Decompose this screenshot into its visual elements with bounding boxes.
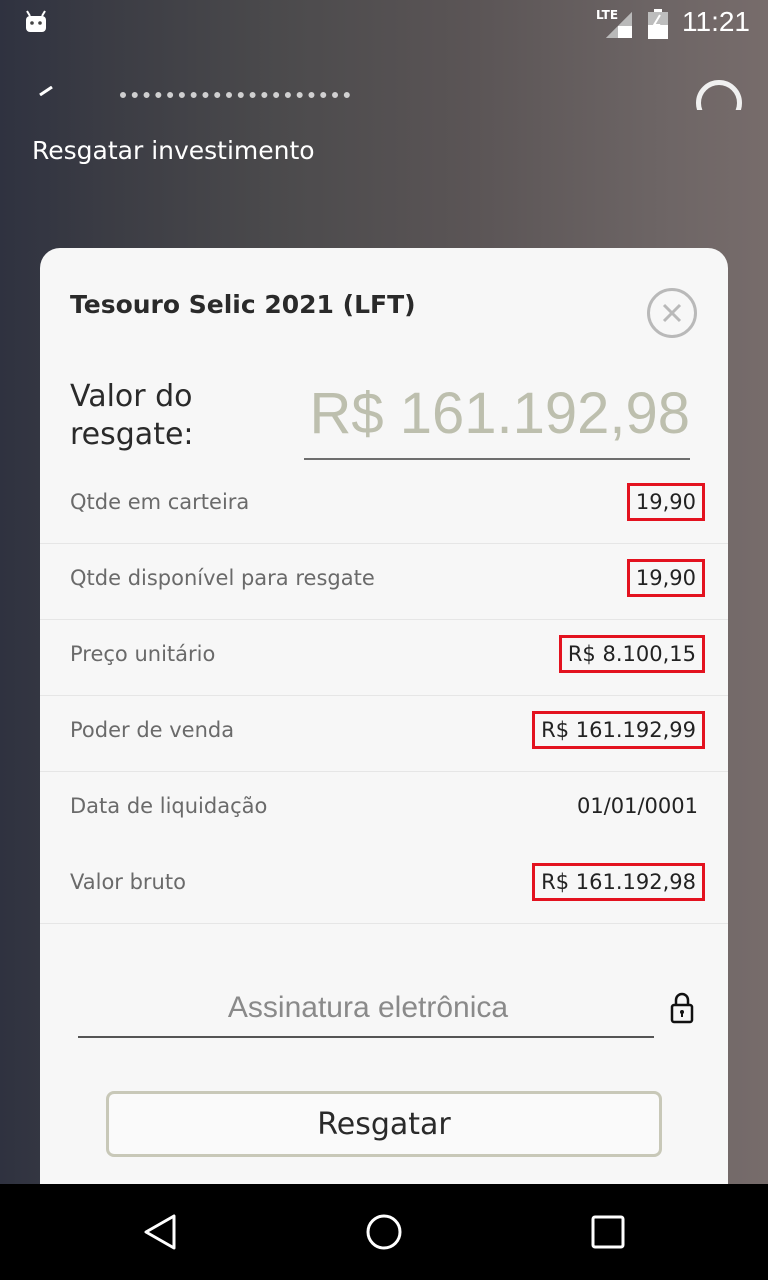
info-row-preco-unitario: Preço unitário R$ 8.100,15: [40, 620, 728, 696]
back-arrow-icon[interactable]: [38, 86, 56, 96]
info-row-qtde-disponivel: Qtde disponível para resgate 19,90: [40, 544, 728, 620]
status-bar: LTE 11:21: [0, 0, 768, 48]
info-label: Qtde disponível para resgate: [70, 566, 375, 590]
menu-icon[interactable]: [696, 80, 742, 110]
info-value: 19,90: [626, 559, 706, 597]
signal-icon: [606, 12, 632, 38]
info-value: 01/01/0001: [576, 794, 698, 818]
amount-input[interactable]: R$ 161.192,98: [304, 380, 690, 460]
navigation-bar: [0, 1184, 768, 1280]
toolbar: [30, 80, 750, 110]
info-row-poder-venda: Poder de venda R$ 161.192,99: [40, 696, 728, 772]
battery-icon: [648, 9, 668, 39]
close-button[interactable]: [647, 288, 697, 338]
info-row-valor-bruto: Valor bruto R$ 161.192,98: [40, 848, 728, 924]
info-value: R$ 161.192,98: [532, 863, 705, 901]
info-label: Data de liquidação: [70, 794, 268, 818]
dialog-title: Tesouro Selic 2021 (LFT): [70, 290, 416, 319]
info-value: 19,90: [626, 483, 706, 521]
signature-field-wrapper: [78, 978, 658, 1038]
info-row-data-liquidacao: Data de liquidação 01/01/0001: [40, 772, 728, 848]
toolbar-title: [120, 92, 350, 106]
amount-label: Valor do resgate:: [70, 379, 194, 452]
clock: 11:21: [682, 6, 750, 37]
info-label: Qtde em carteira: [70, 490, 250, 514]
redeem-button[interactable]: Resgatar: [106, 1091, 662, 1157]
android-icon: [26, 10, 46, 32]
info-label: Poder de venda: [70, 718, 235, 742]
lock-icon: [670, 992, 694, 1024]
redeem-dialog: Tesouro Selic 2021 (LFT) Valor do resgat…: [40, 248, 728, 1198]
recents-nav-icon[interactable]: [588, 1212, 628, 1252]
home-nav-icon[interactable]: [364, 1212, 404, 1252]
info-value: R$ 161.192,99: [532, 711, 705, 749]
close-icon: [662, 303, 682, 323]
info-row-qtde-carteira: Qtde em carteira 19,90: [40, 468, 728, 544]
info-label: Valor bruto: [70, 870, 186, 894]
signature-input[interactable]: [78, 978, 658, 1038]
info-value: R$ 8.100,15: [558, 635, 706, 673]
back-nav-icon[interactable]: [140, 1212, 180, 1252]
page-heading: Resgatar investimento: [32, 136, 315, 165]
info-label: Preço unitário: [70, 642, 216, 666]
